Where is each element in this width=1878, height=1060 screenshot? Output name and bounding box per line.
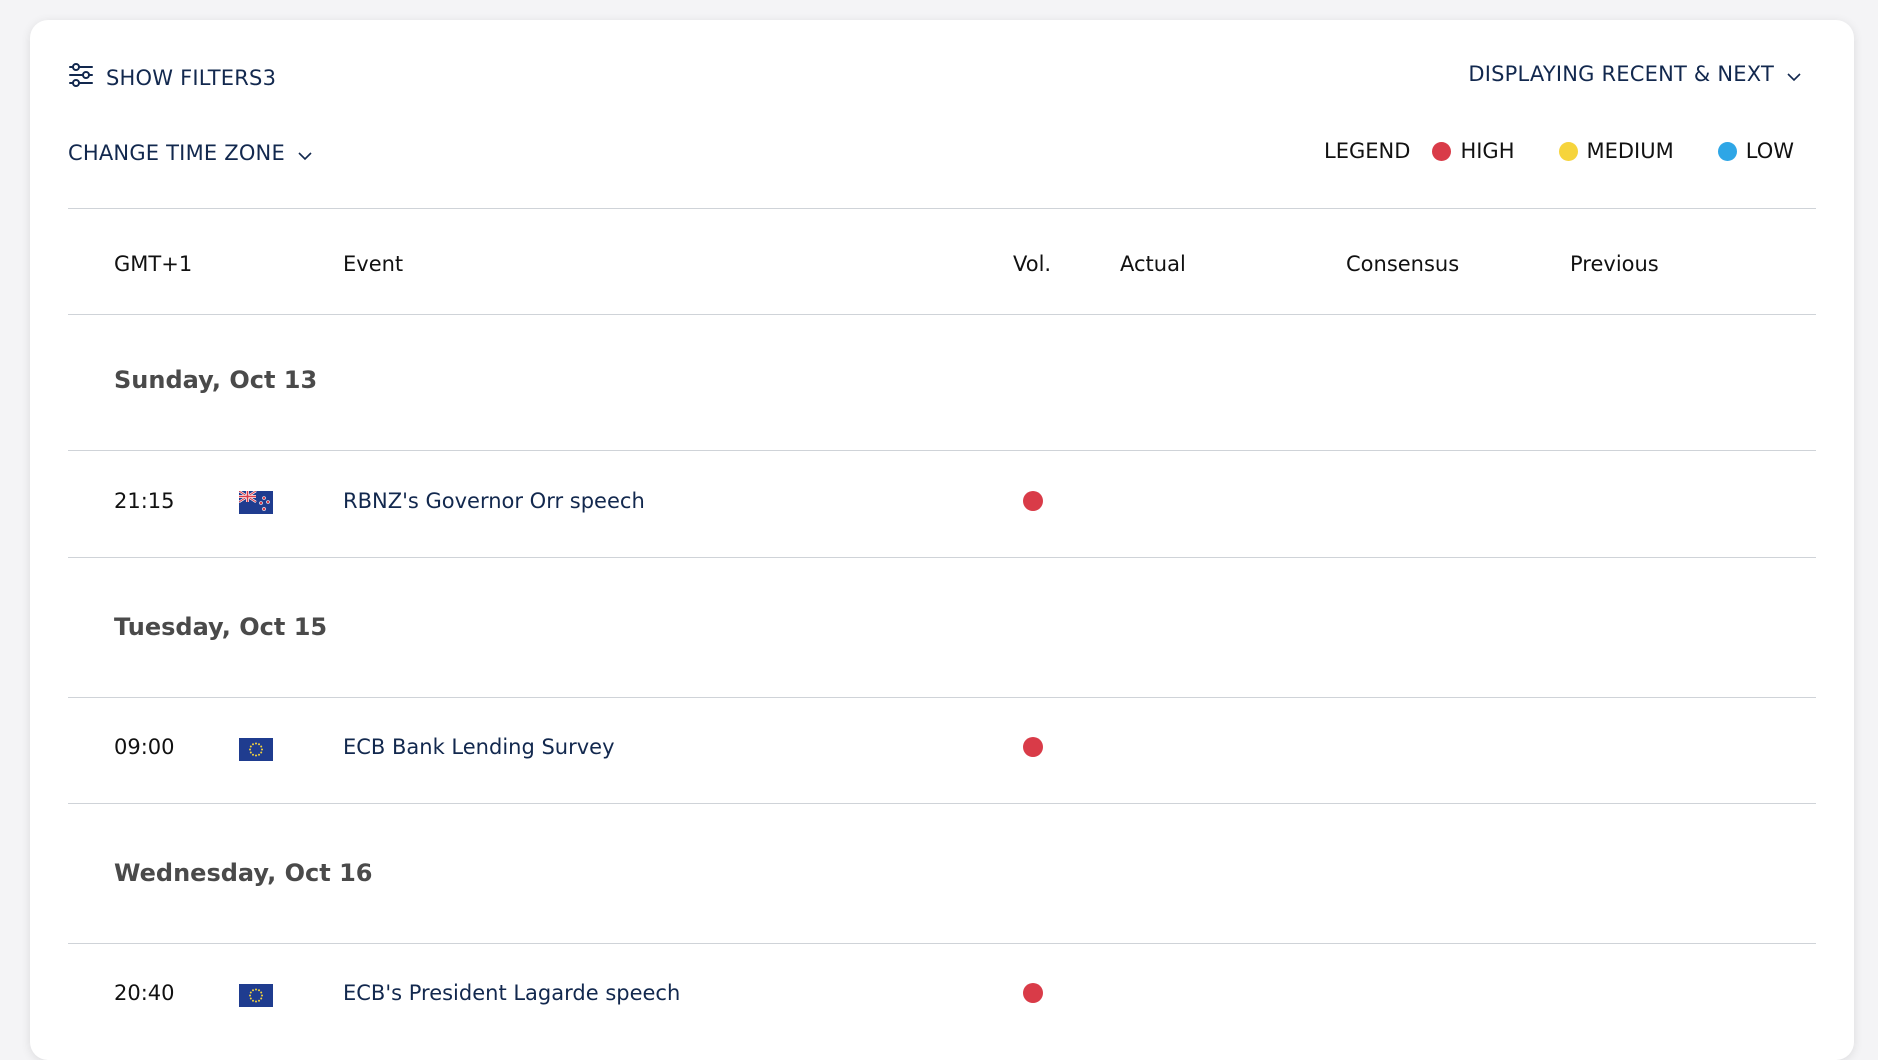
divider	[68, 697, 1816, 698]
time-zone-label: CHANGE TIME ZONE	[68, 141, 285, 165]
show-filters-button[interactable]: SHOW FILTERS 3	[68, 62, 276, 93]
european-union-flag-icon	[239, 738, 273, 761]
column-header-time: GMT+1	[114, 252, 193, 276]
economic-calendar-panel: SHOW FILTERS 3 DISPLAYING RECENT & NEXT C…	[30, 20, 1854, 1060]
medium-dot-icon	[1558, 141, 1578, 161]
new-zealand-flag-icon	[239, 491, 273, 514]
day-header: Wednesday, Oct 16	[114, 859, 373, 887]
low-dot-icon	[1717, 141, 1737, 161]
legend-item-medium: MEDIUM	[1558, 139, 1674, 163]
high-volatility-dot-icon	[1023, 983, 1043, 1003]
divider	[68, 803, 1816, 804]
event-link[interactable]: ECB Bank Lending Survey	[343, 735, 615, 759]
legend-item-high: HIGH	[1432, 139, 1515, 163]
divider	[68, 314, 1816, 315]
change-time-zone-dropdown[interactable]: CHANGE TIME ZONE	[68, 141, 313, 165]
volatility-legend: LEGEND HIGH MEDIUM LOW	[1324, 139, 1794, 163]
event-link[interactable]: RBNZ's Governor Orr speech	[343, 489, 645, 513]
column-header-event: Event	[343, 252, 404, 276]
high-dot-icon	[1432, 141, 1452, 161]
european-union-flag-icon	[239, 984, 273, 1007]
event-time: 09:00	[114, 735, 175, 759]
legend-item-low: LOW	[1717, 139, 1794, 163]
day-header: Sunday, Oct 13	[114, 366, 318, 394]
chevron-down-icon	[297, 145, 313, 161]
filter-sliders-icon	[68, 62, 94, 93]
chevron-down-icon	[1786, 66, 1802, 82]
divider	[68, 208, 1816, 209]
column-header-consensus: Consensus	[1346, 252, 1460, 276]
divider	[68, 450, 1816, 451]
column-header-actual: Actual	[1120, 252, 1186, 276]
column-header-previous: Previous	[1570, 252, 1659, 276]
event-time: 20:40	[114, 981, 175, 1005]
show-filters-label: SHOW FILTERS	[106, 65, 263, 90]
display-mode-label: DISPLAYING RECENT & NEXT	[1468, 62, 1774, 86]
legend-title: LEGEND	[1324, 139, 1411, 163]
high-volatility-dot-icon	[1023, 737, 1043, 757]
event-time: 21:15	[114, 489, 175, 513]
display-mode-dropdown[interactable]: DISPLAYING RECENT & NEXT	[1468, 62, 1802, 86]
event-link[interactable]: ECB's President Lagarde speech	[343, 981, 680, 1005]
column-header-volatility: Vol.	[1013, 252, 1052, 276]
legend-label-low: LOW	[1745, 139, 1794, 163]
divider	[68, 943, 1816, 944]
legend-label-high: HIGH	[1460, 139, 1515, 163]
day-header: Tuesday, Oct 15	[114, 613, 328, 641]
filters-count-badge: 3	[262, 65, 277, 90]
legend-label-medium: MEDIUM	[1586, 139, 1674, 163]
divider	[68, 557, 1816, 558]
high-volatility-dot-icon	[1023, 491, 1043, 511]
